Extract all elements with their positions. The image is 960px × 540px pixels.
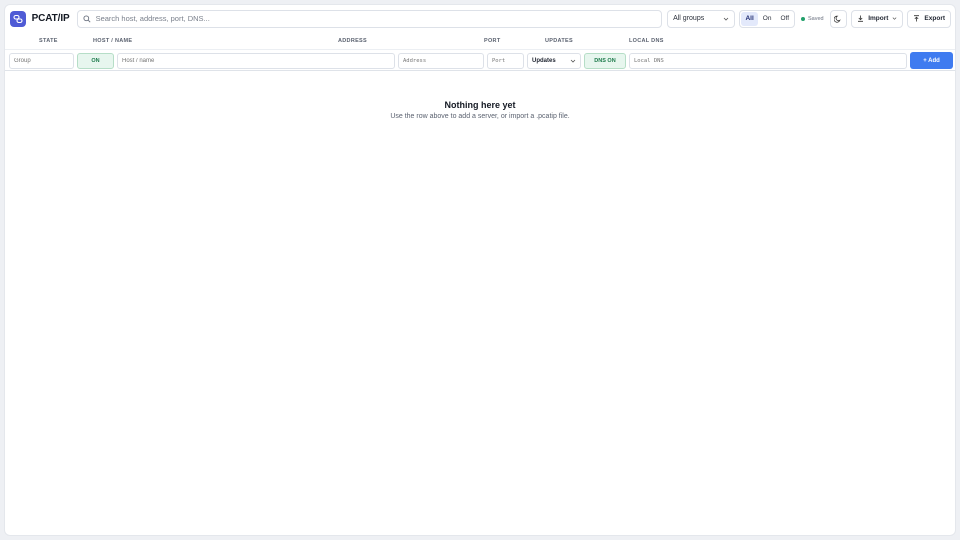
chevron-down-icon <box>724 17 729 21</box>
export-label: Export <box>924 15 946 22</box>
upload-icon <box>914 15 920 22</box>
col-local-dns: LOCAL DNS <box>629 38 664 44</box>
groups-select-value: All groups <box>673 15 705 22</box>
chevron-down-icon <box>893 17 897 20</box>
port-field[interactable] <box>487 53 524 69</box>
status-dot <box>801 16 806 21</box>
col-updates: UPDATES <box>545 38 573 44</box>
empty-state-message: Use the row above to add a server, or im… <box>390 113 570 120</box>
dns-toggle[interactable]: DNS ON <box>584 53 626 69</box>
app-title: PCAT/IP <box>31 13 70 24</box>
filter-all[interactable]: All <box>741 11 758 26</box>
app-window: PCAT/IP All groups All On Off Saved <box>4 4 956 536</box>
save-status: Saved <box>801 16 824 22</box>
new-server-row: ON Updates DNS ON + Add <box>5 49 955 71</box>
empty-state-title: Nothing here yet <box>444 100 516 110</box>
moon-icon <box>834 15 842 23</box>
add-button[interactable]: + Add <box>910 52 953 69</box>
col-port: PORT <box>484 38 501 44</box>
local-dns-field[interactable] <box>629 53 907 69</box>
updates-select-value: Updates <box>532 58 556 64</box>
address-field[interactable] <box>398 53 484 69</box>
download-icon <box>858 15 864 22</box>
filter-on[interactable]: On <box>759 12 776 26</box>
export-button[interactable]: Export <box>907 9 952 28</box>
theme-toggle-button[interactable] <box>829 9 848 28</box>
chevron-down-icon <box>570 59 576 63</box>
col-state: STATE <box>39 38 58 44</box>
group-field[interactable] <box>9 53 74 69</box>
column-header: STATE HOST / NAME ADDRESS PORT UPDATES L… <box>5 35 955 49</box>
host-field[interactable] <box>117 53 395 69</box>
search-icon <box>83 14 91 23</box>
updates-select[interactable]: Updates <box>527 53 581 69</box>
empty-state: Nothing here yet Use the row above to ad… <box>5 100 955 120</box>
save-status-label: Saved <box>808 15 824 22</box>
import-button[interactable]: Import <box>851 9 904 28</box>
top-bar: PCAT/IP All groups All On Off Saved <box>5 5 955 32</box>
groups-select[interactable]: All groups <box>667 9 736 28</box>
filter-off[interactable]: Off <box>776 12 793 26</box>
state-filter: All On Off <box>739 9 796 28</box>
import-label: Import <box>868 15 889 22</box>
col-address: ADDRESS <box>338 38 367 44</box>
search-box[interactable] <box>76 9 663 28</box>
state-toggle[interactable]: ON <box>77 53 114 69</box>
col-host: HOST / NAME <box>93 38 133 44</box>
link-icon <box>10 10 26 27</box>
search-input[interactable] <box>95 14 656 23</box>
